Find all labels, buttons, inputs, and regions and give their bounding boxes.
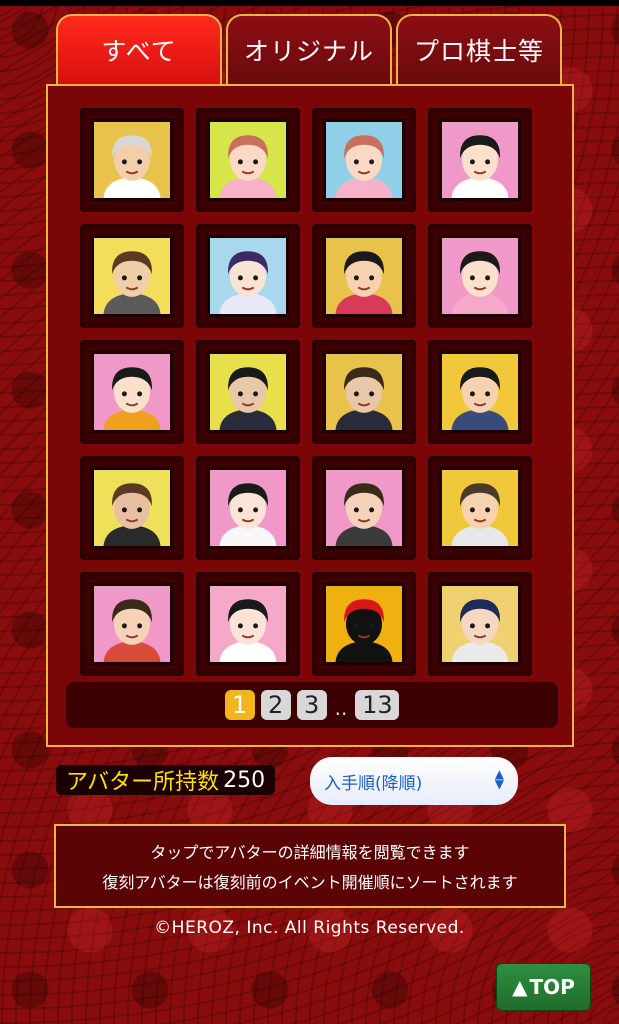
avatar-cell[interactable] [312, 224, 416, 328]
avatar-girl-black-hair [439, 235, 521, 317]
avatar-cell[interactable] [312, 456, 416, 560]
page-button-last[interactable]: 13 [355, 690, 400, 720]
sort-select[interactable]: 入手順(降順) ▲ ▼ [310, 757, 518, 805]
avatar-cell[interactable] [196, 224, 300, 328]
avatar-cell[interactable] [428, 108, 532, 212]
tab-original-label: オリジナル [243, 37, 374, 66]
avatar-cell[interactable] [80, 340, 184, 444]
avatar-cell[interactable] [312, 340, 416, 444]
avatar-man-brown-hair [91, 235, 173, 317]
avatar-man-glasses-cartoon [439, 467, 521, 549]
sort-selected-label: 入手順(降順) [324, 773, 423, 794]
avatar-panel: 1 2 3 .. 13 [46, 84, 574, 747]
avatar-anime-bunny-girl [207, 235, 289, 317]
avatar-count-value: 250 [223, 767, 266, 793]
avatar-anime-man-blue-hair [439, 583, 521, 665]
avatar-man-glasses-suit [207, 351, 289, 433]
avatar-count: アバター所持数 250 [56, 765, 276, 795]
avatar-woman-short-hair [323, 467, 405, 549]
tab-all-label: すべて [101, 37, 177, 66]
info-box: タップでアバターの詳細情報を閲覧できます 復刻アバターは復刻前のイベント開催順に… [54, 824, 566, 908]
tab-original[interactable]: オリジナル [226, 14, 392, 84]
top-edge-bar [0, 0, 619, 6]
avatar-cell[interactable] [80, 572, 184, 676]
info-line-2: 復刻アバターは復刻前のイベント開催順にソートされます [102, 873, 518, 892]
top-button-label: TOP [529, 975, 575, 999]
avatar-anime-cat-girl [207, 119, 289, 201]
avatar-cell[interactable] [312, 108, 416, 212]
pager-ellipsis: .. [334, 696, 348, 720]
up-triangle-icon: ▲ [512, 975, 528, 999]
tab-pro-players-label: プロ棋士等 [413, 37, 544, 66]
tab-pro-players[interactable]: プロ棋士等 [396, 14, 562, 84]
avatar-boy-cartoon [91, 351, 173, 433]
avatar-woman-sketch [207, 583, 289, 665]
avatar-elderly-man-glasses [91, 119, 173, 201]
avatar-anime-cat-girl-2 [323, 119, 405, 201]
avatar-girl-flower-hair [207, 467, 289, 549]
avatar-cell[interactable] [196, 340, 300, 444]
avatar-man-suit-smiling [91, 467, 173, 549]
avatar-cell[interactable] [428, 224, 532, 328]
avatar-man-glasses-photo [323, 351, 405, 433]
pagination: 1 2 3 .. 13 [66, 682, 558, 728]
avatar-cell[interactable] [80, 108, 184, 212]
avatar-silhouette-2024-cap [323, 583, 405, 665]
avatar-grid [80, 108, 532, 676]
avatar-girl-black-bob [439, 119, 521, 201]
avatar-cell[interactable] [80, 456, 184, 560]
avatar-cell[interactable] [428, 340, 532, 444]
avatar-young-man-cartoon [439, 351, 521, 433]
avatar-cell[interactable] [196, 572, 300, 676]
avatar-count-label: アバター所持数 [66, 770, 220, 795]
category-tabs: すべて オリジナル プロ棋士等 [56, 14, 562, 84]
avatar-cell[interactable] [428, 572, 532, 676]
copyright-text: ©HEROZ, Inc. All Rights Reserved. [154, 918, 465, 938]
page-button-1[interactable]: 1 [224, 690, 255, 720]
avatar-cell[interactable] [196, 108, 300, 212]
avatar-cell[interactable] [312, 572, 416, 676]
avatar-cell[interactable] [80, 224, 184, 328]
page-button-3[interactable]: 3 [296, 690, 327, 720]
avatar-woman-bob [91, 583, 173, 665]
info-line-1: タップでアバターの詳細情報を閲覧できます [150, 843, 470, 862]
avatar-cell[interactable] [428, 456, 532, 560]
avatar-cell[interactable] [196, 456, 300, 560]
avatar-boy-black-hair [323, 235, 405, 317]
back-to-top-button[interactable]: ▲ TOP [496, 963, 591, 1011]
up-down-chevron-icon: ▲ ▼ [494, 767, 504, 791]
tab-all[interactable]: すべて [56, 14, 222, 84]
page-button-2[interactable]: 2 [260, 690, 291, 720]
